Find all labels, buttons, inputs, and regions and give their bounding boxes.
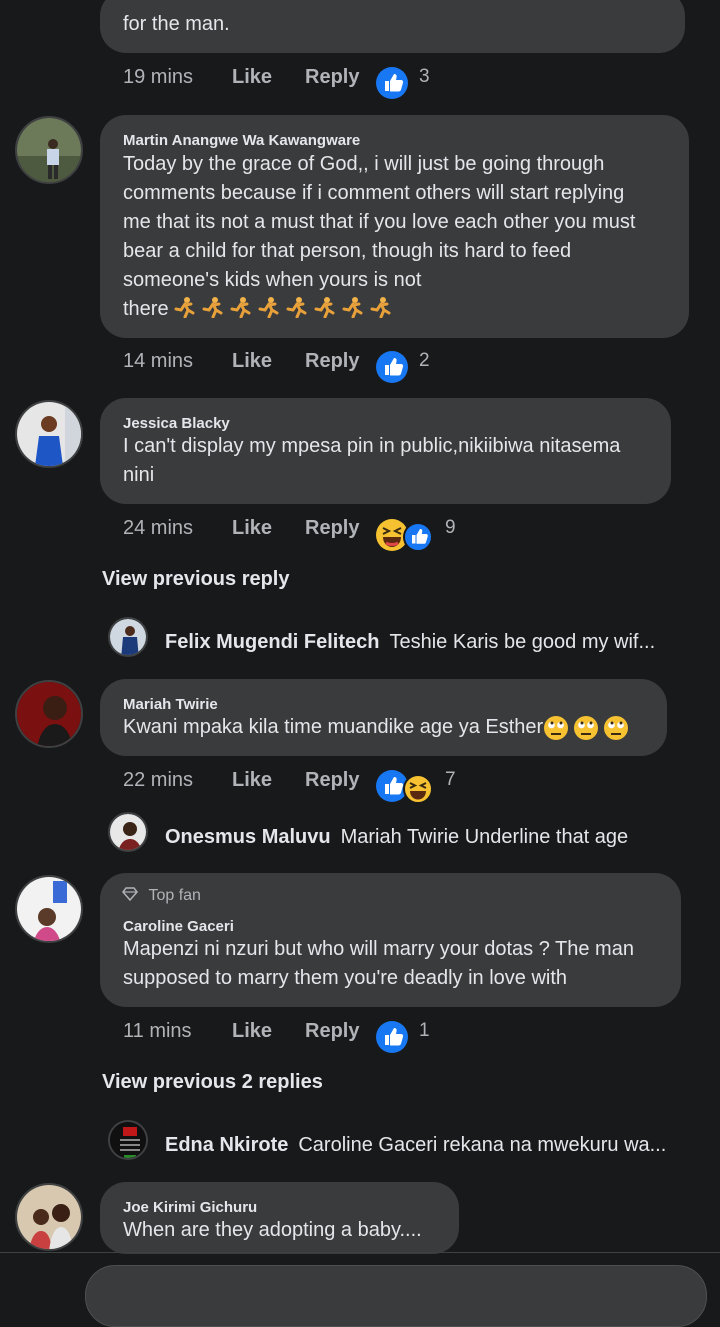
comment-bubble[interactable]: Martin Anangwe Wa Kawangware Today by th… (100, 115, 689, 338)
reply-button[interactable]: Reply (305, 1020, 359, 1043)
like-button[interactable]: Like (232, 350, 272, 373)
reply-button[interactable]: Reply (305, 517, 359, 540)
reply-button[interactable]: Reply (305, 350, 359, 373)
comment-text: When are they adopting a baby.... (123, 1219, 422, 1241)
reply-preview[interactable]: Onesmus Maluvu Mariah Twirie Underline th… (165, 826, 628, 849)
commenter-name[interactable]: Caroline Gaceri (123, 918, 234, 935)
comment-text: Kwani mpaka kila time muandike age ya Es… (123, 713, 629, 742)
like-button[interactable]: Like (232, 1020, 272, 1043)
reaction-count: 3 (419, 66, 430, 87)
comment-input[interactable] (85, 1265, 707, 1327)
reaction-count: 1 (419, 1020, 430, 1041)
avatar[interactable] (108, 617, 148, 657)
comment-bubble[interactable]: Mariah Twirie Kwani mpaka kila time muan… (100, 679, 667, 756)
reply-preview[interactable]: Felix Mugendi Felitech Teshie Karis be go… (165, 631, 655, 654)
like-icon (376, 770, 408, 802)
eye-roll-icon (604, 715, 629, 740)
avatar[interactable] (15, 680, 83, 748)
comment-time: 24 mins (123, 517, 194, 539)
reactions[interactable] (375, 350, 409, 390)
reactions[interactable] (375, 1020, 409, 1060)
reply-author-name[interactable]: Felix Mugendi Felitech (165, 631, 379, 653)
comment-time: 19 mins (123, 66, 194, 88)
like-button[interactable]: Like (232, 769, 272, 792)
reply-preview[interactable]: Edna Nkirote Caroline Gaceri rekana na mw… (165, 1134, 666, 1157)
reaction-count: 2 (419, 350, 430, 371)
reply-preview-text: Mariah Twirie Underline that age (340, 826, 629, 848)
divider (0, 1252, 720, 1253)
eye-roll-icon (544, 715, 569, 740)
comment-time: 11 mins (123, 1020, 192, 1042)
avatar[interactable] (15, 400, 83, 468)
reaction-count: 9 (445, 517, 456, 538)
commenter-name[interactable]: Mariah Twirie (123, 696, 218, 713)
commenter-name[interactable]: Martin Anangwe Wa Kawangware (123, 132, 360, 149)
eye-roll-icon (574, 715, 599, 740)
like-button[interactable]: Like (232, 517, 272, 540)
eye-roll-emoji-row (543, 715, 629, 740)
reply-preview-text: Caroline Gaceri rekana na mwekuru wa... (298, 1134, 667, 1156)
reply-author-name[interactable]: Onesmus Maluvu (165, 826, 331, 848)
reply-preview-text: Teshie Karis be good my wif... (389, 631, 656, 653)
haha-icon (403, 774, 433, 804)
diamond-icon (122, 887, 138, 902)
like-icon (376, 1021, 408, 1053)
running-emoji-row (169, 297, 393, 320)
avatar[interactable] (108, 1120, 148, 1160)
comment-bubble[interactable]: Jessica Blacky I can't display my mpesa … (100, 398, 671, 504)
avatar[interactable] (15, 875, 83, 943)
comment-text: for the man. (123, 13, 230, 35)
view-previous-replies-link[interactable]: View previous reply (102, 568, 290, 591)
avatar[interactable] (15, 116, 83, 184)
reactions[interactable] (375, 66, 409, 106)
reply-author-name[interactable]: Edna Nkirote (165, 1134, 288, 1156)
like-icon (403, 522, 433, 552)
comment-text: Today by the grace of God,, i will just … (123, 153, 636, 320)
comment-time: 22 mins (123, 769, 194, 791)
reaction-count: 7 (445, 769, 456, 790)
comment-text: Mapenzi ni nzuri but who will marry your… (123, 938, 634, 989)
comment-text: I can't display my mpesa pin in public,n… (123, 435, 621, 486)
comment-bubble[interactable]: Joe Kirimi Gichuru When are they adoptin… (100, 1182, 459, 1254)
like-button[interactable]: Like (232, 66, 272, 89)
reply-button[interactable]: Reply (305, 66, 359, 89)
comment-bubble[interactable]: Top fan Caroline Gaceri Mapenzi ni nzuri… (100, 873, 681, 1007)
comment-time: 14 mins (123, 350, 194, 372)
top-fan-badge: Top fan (122, 887, 201, 905)
commenter-name[interactable]: Joe Kirimi Gichuru (123, 1199, 257, 1216)
reply-button[interactable]: Reply (305, 769, 359, 792)
like-icon (376, 67, 408, 99)
view-previous-replies-link[interactable]: View previous 2 replies (102, 1071, 323, 1094)
like-icon (376, 351, 408, 383)
reactions[interactable] (375, 769, 435, 811)
avatar[interactable] (108, 812, 148, 852)
comment-bubble[interactable]: for the man. (100, 0, 685, 53)
reactions[interactable] (375, 517, 435, 559)
avatar[interactable] (15, 1183, 83, 1251)
commenter-name[interactable]: Jessica Blacky (123, 415, 230, 432)
